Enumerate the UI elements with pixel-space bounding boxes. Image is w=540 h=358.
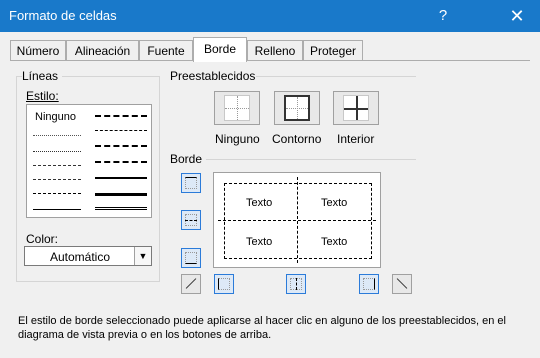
line-style-none[interactable]: Ninguno — [35, 111, 76, 123]
preset-inside-icon — [343, 95, 369, 121]
preview-text: Texto — [246, 197, 273, 209]
tab-alineacion[interactable]: Alineación — [66, 40, 139, 60]
tab-relleno[interactable]: Relleno — [247, 40, 303, 60]
border-diagonal-up-button[interactable] — [181, 274, 201, 294]
line-style-thin[interactable] — [33, 209, 81, 210]
preset-inside-label[interactable]: Interior — [337, 132, 374, 146]
border-left-button[interactable] — [214, 274, 234, 294]
preset-none-button[interactable] — [214, 91, 260, 125]
preview-text: Texto — [321, 236, 348, 248]
preset-outline-label[interactable]: Contorno — [272, 132, 321, 146]
color-label: Color: — [26, 232, 59, 246]
preset-outline-icon — [284, 95, 310, 121]
border-preview[interactable]: Texto Texto Texto Texto — [213, 172, 381, 268]
line-style-dotted[interactable] — [33, 151, 81, 152]
line-style-hair[interactable] — [33, 135, 81, 136]
preview-text: Texto — [321, 197, 348, 209]
line-style-list[interactable]: Ninguno — [26, 104, 152, 218]
title-bar: Formato de celdas ? ✕ — [0, 0, 540, 32]
line-style-dash-dot-dot[interactable] — [33, 165, 81, 166]
tab-numero[interactable]: Número — [10, 40, 66, 60]
window-title: Formato de celdas — [9, 8, 117, 23]
presets-group-label: Preestablecidos — [170, 69, 260, 83]
line-style-slant-dash-dot[interactable] — [95, 130, 147, 131]
border-right-button[interactable] — [359, 274, 379, 294]
preset-none-icon — [224, 95, 250, 121]
border-top-button[interactable] — [181, 173, 201, 193]
line-style-medium-dashed[interactable] — [95, 161, 147, 163]
info-text: El estilo de borde seleccionado puede ap… — [18, 315, 506, 341]
preset-outline-button[interactable] — [274, 91, 320, 125]
color-select-value: Automático — [49, 250, 111, 264]
line-style-thick[interactable] — [95, 193, 147, 196]
line-style-double[interactable] — [95, 207, 147, 210]
border-inside-horizontal-button[interactable] — [181, 210, 201, 230]
style-label: Estilo: — [26, 89, 59, 103]
tab-strip: Número Alineación Fuente Borde Relleno P… — [0, 32, 540, 62]
chevron-down-icon[interactable]: ▼ — [134, 247, 151, 265]
help-button[interactable]: ? — [420, 0, 466, 32]
line-style-medium-dash-dot[interactable] — [95, 145, 147, 147]
line-style-dashed[interactable] — [33, 193, 81, 194]
preview-horizontal-line — [218, 220, 376, 221]
preset-inside-button[interactable] — [333, 91, 379, 125]
line-style-medium-dash-dot-dot[interactable] — [95, 115, 147, 117]
tab-proteger[interactable]: Proteger — [303, 40, 363, 60]
lineas-group-label: Líneas — [22, 69, 63, 83]
presets-divider — [256, 76, 416, 77]
preview-text: Texto — [246, 236, 273, 248]
tab-fuente[interactable]: Fuente — [139, 40, 193, 60]
preset-none-label[interactable]: Ninguno — [215, 132, 260, 146]
tab-borde[interactable]: Borde — [193, 37, 247, 62]
border-bottom-button[interactable] — [181, 248, 201, 268]
close-button[interactable]: ✕ — [494, 0, 540, 32]
border-group-label: Borde — [170, 152, 207, 166]
color-select[interactable]: Automático ▼ — [24, 246, 152, 266]
border-diagonal-down-button[interactable] — [392, 274, 412, 294]
border-inside-vertical-button[interactable] — [286, 274, 306, 294]
border-divider — [206, 159, 416, 160]
line-style-dash-dot[interactable] — [33, 179, 81, 180]
line-style-medium[interactable] — [95, 177, 147, 179]
